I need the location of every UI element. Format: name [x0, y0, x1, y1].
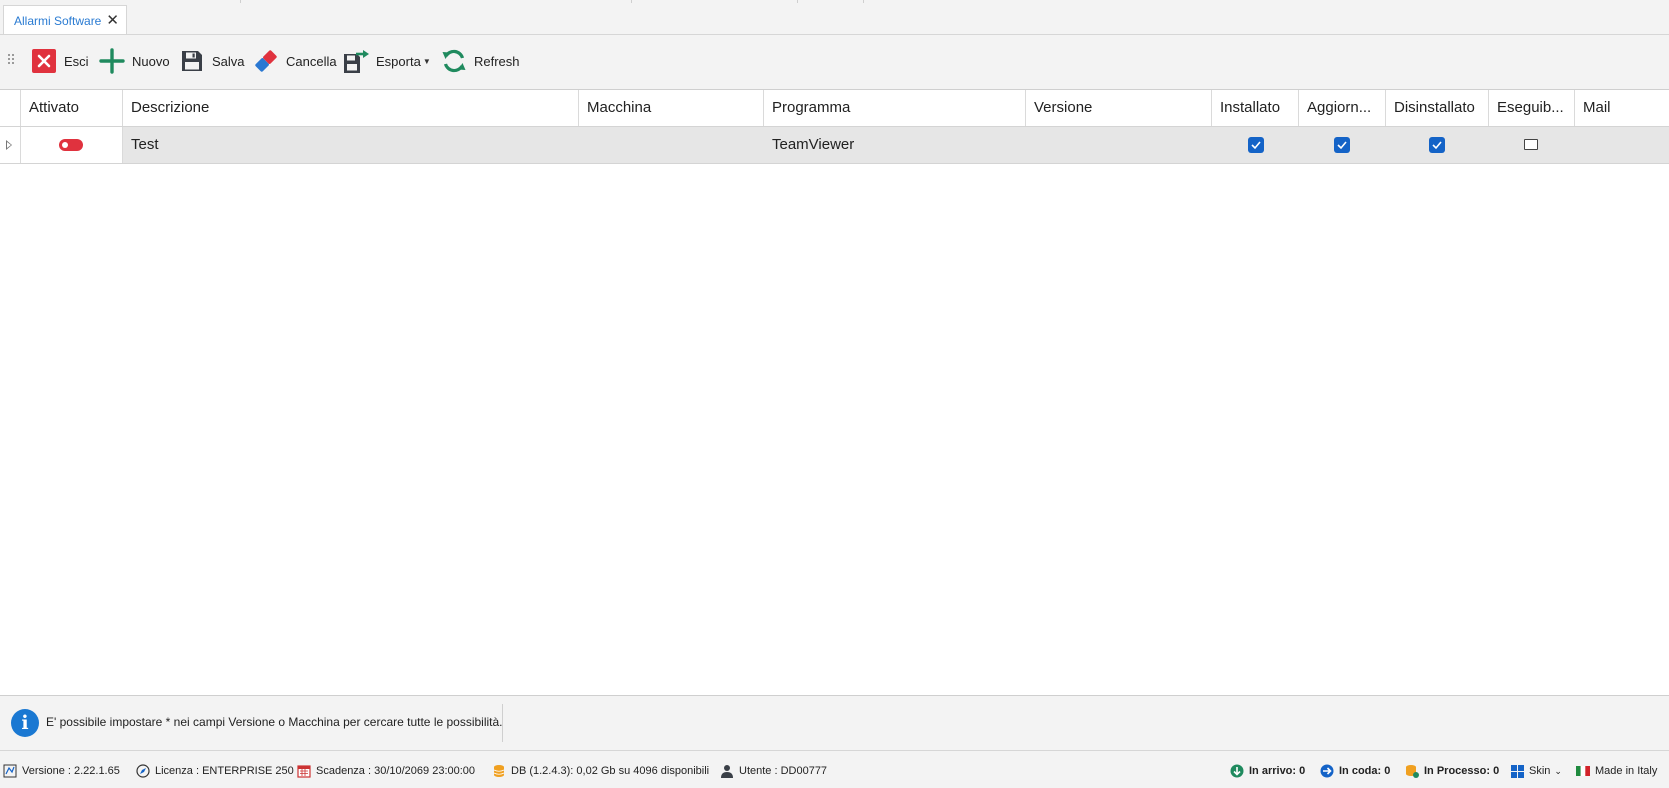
- esporta-label: Esporta: [376, 53, 421, 69]
- database-processing-icon: [1405, 764, 1419, 778]
- status-made-in: Made in Italy: [1576, 763, 1657, 779]
- tab-strip-divider: [798, 0, 864, 3]
- version-icon: [3, 764, 17, 778]
- status-bar: Versione : 2.22.1.65 Licenza : ENTERPRIS…: [0, 750, 1669, 788]
- row-expand-toggle[interactable]: [0, 127, 21, 163]
- nuovo-button[interactable]: Nuovo: [98, 45, 170, 77]
- cancella-label: Cancella: [286, 53, 337, 69]
- salva-button[interactable]: Salva: [178, 45, 245, 77]
- chevron-down-icon: ▼: [422, 56, 431, 66]
- compass-icon: [136, 764, 150, 778]
- status-db-text: DB (1.2.4.3): 0,02 Gb su 4096 disponibil…: [511, 765, 710, 777]
- alarms-grid: Attivato Descrizione Macchina Programma …: [0, 90, 1669, 695]
- close-box-icon: [30, 47, 58, 75]
- status-licenza: Licenza : ENTERPRISE 250: [136, 763, 294, 779]
- made-in-text: Made in Italy: [1595, 765, 1658, 777]
- info-bar: i E' possibile impostare * nei campi Ver…: [0, 695, 1669, 750]
- column-header-attivato[interactable]: Attivato: [21, 90, 123, 126]
- info-icon: i: [11, 709, 39, 737]
- status-licenza-text: Licenza : ENTERPRISE 250: [155, 765, 294, 777]
- checkbox-disinstallato[interactable]: [1429, 137, 1445, 153]
- tab-strip-divider: [0, 0, 241, 3]
- database-icon: [492, 764, 506, 778]
- cell-attivato: [21, 127, 123, 163]
- status-scadenza: Scadenza : 30/10/2069 23:00:00: [297, 763, 475, 779]
- toolbar: Esci Nuovo Salva Cancella Esporta ▼ Refr…: [0, 35, 1669, 90]
- status-versione-text: Versione : 2.22.1.65: [22, 765, 120, 777]
- italy-flag-icon: [1576, 764, 1590, 778]
- save-icon: [178, 47, 206, 75]
- column-header-macchina[interactable]: Macchina: [579, 90, 764, 126]
- tab-allarmi-software[interactable]: Allarmi Software ✕: [3, 5, 127, 34]
- column-header-descrizione[interactable]: Descrizione: [123, 90, 579, 126]
- checkbox-installato[interactable]: [1248, 137, 1264, 153]
- windows-icon: [1510, 764, 1524, 778]
- salva-label: Salva: [212, 53, 245, 69]
- toolbar-grip-icon[interactable]: [8, 54, 14, 68]
- chevron-down-icon: ⌄: [1554, 765, 1562, 776]
- info-text: E' possibile impostare * nei campi Versi…: [46, 715, 503, 729]
- expand-arrow-icon: [6, 140, 12, 150]
- refresh-button[interactable]: Refresh: [440, 45, 520, 77]
- status-in-arrivo-text: In arrivo: 0: [1249, 765, 1306, 777]
- esci-label: Esci: [64, 53, 89, 69]
- column-header-disinstallato[interactable]: Disinstallato: [1386, 90, 1489, 126]
- arrow-down-circle-icon: [1230, 764, 1244, 778]
- close-icon[interactable]: ✕: [106, 11, 119, 29]
- status-in-processo[interactable]: In Processo: 0: [1405, 763, 1499, 779]
- cell-programma[interactable]: TeamViewer: [764, 127, 1026, 163]
- table-row[interactable]: Test TeamViewer: [0, 127, 1669, 164]
- status-utente: Utente : DD00777: [720, 763, 827, 779]
- column-header-versione[interactable]: Versione: [1026, 90, 1212, 126]
- status-scadenza-text: Scadenza : 30/10/2069 23:00:00: [316, 765, 476, 777]
- cell-descrizione[interactable]: Test: [123, 127, 579, 163]
- checkbox-aggiornato[interactable]: [1334, 137, 1350, 153]
- column-header-programma[interactable]: Programma: [764, 90, 1026, 126]
- tab-strip-divider: [241, 0, 632, 3]
- calendar-icon: [297, 764, 311, 778]
- esci-button[interactable]: Esci: [30, 45, 89, 77]
- cell-versione[interactable]: [1026, 127, 1212, 163]
- grid-header: Attivato Descrizione Macchina Programma …: [0, 90, 1669, 127]
- cell-mail[interactable]: [1575, 127, 1669, 163]
- status-in-coda[interactable]: In coda: 0: [1320, 763, 1390, 779]
- info-divider: [502, 704, 503, 742]
- file-icon-eseguibile[interactable]: [1524, 139, 1538, 150]
- eraser-icon: [252, 47, 280, 75]
- cancella-button[interactable]: Cancella: [252, 45, 337, 77]
- cell-macchina[interactable]: [579, 127, 764, 163]
- status-in-processo-text: In Processo: 0: [1424, 765, 1500, 777]
- esporta-button[interactable]: Esporta ▼: [342, 45, 431, 77]
- export-icon: [342, 47, 370, 75]
- header-indicator-cell: [0, 90, 21, 126]
- user-icon: [720, 764, 734, 778]
- status-in-coda-text: In coda: 0: [1339, 765, 1391, 777]
- status-db: DB (1.2.4.3): 0,02 Gb su 4096 disponibil…: [492, 763, 709, 779]
- column-header-installato[interactable]: Installato: [1212, 90, 1299, 126]
- tab-strip: Allarmi Software ✕: [0, 0, 1669, 35]
- nuovo-label: Nuovo: [132, 53, 170, 69]
- tab-label: Allarmi Software: [14, 14, 102, 28]
- plus-icon: [98, 47, 126, 75]
- refresh-icon: [440, 47, 468, 75]
- skin-label: Skin: [1529, 765, 1551, 777]
- tab-strip-divider: [632, 0, 798, 3]
- status-versione: Versione : 2.22.1.65: [3, 763, 120, 779]
- column-header-mail[interactable]: Mail: [1575, 90, 1669, 126]
- skin-dropdown[interactable]: Skin ⌄: [1510, 763, 1562, 779]
- column-header-eseguibile[interactable]: Eseguib...: [1489, 90, 1575, 126]
- toggle-switch-off[interactable]: [59, 139, 83, 151]
- refresh-label: Refresh: [474, 53, 520, 69]
- status-utente-text: Utente : DD00777: [739, 765, 828, 777]
- status-in-arrivo[interactable]: In arrivo: 0: [1230, 763, 1305, 779]
- arrow-right-circle-icon: [1320, 764, 1334, 778]
- column-header-aggiornato[interactable]: Aggiorn...: [1299, 90, 1386, 126]
